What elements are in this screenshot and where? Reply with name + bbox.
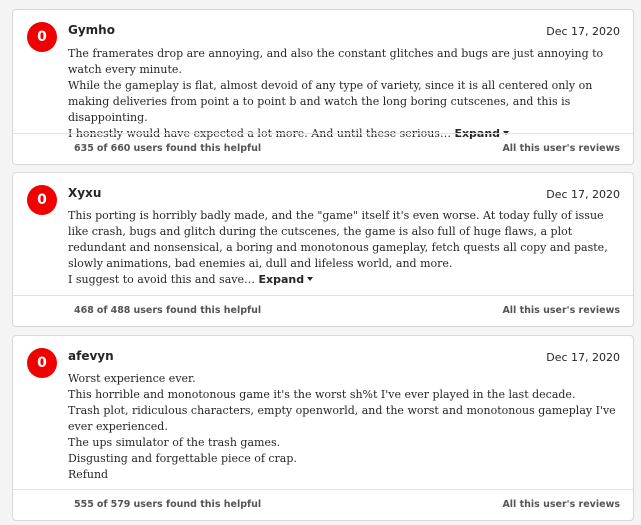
helpful-yes-count: 635 (74, 143, 94, 154)
review-date: Dec 17, 2020 (546, 188, 620, 201)
review-date: Dec 17, 2020 (546, 351, 620, 364)
caret-down-icon (307, 277, 314, 281)
helpful-count: 555 of 579 users found this helpful (74, 499, 261, 510)
score-badge: 0 (27, 22, 57, 52)
helpful-total-count: 660 (110, 143, 131, 154)
helpful-yes-count: 555 (74, 499, 94, 510)
review-text-line: I suggest to avoid this and save… Expand (68, 272, 619, 288)
helpful-total-count: 579 (110, 499, 131, 510)
helpful-count: 635 of 660 users found this helpful (74, 143, 261, 154)
review-card: 0 Xyxu Dec 17, 2020 This porting is horr… (12, 172, 634, 327)
review-body: Worst experience ever. This horrible and… (68, 371, 619, 483)
helpful-suffix: users found this helpful (133, 143, 262, 154)
review-text-line: Worst experience ever. (68, 372, 196, 385)
review-text-line: Disgusting and forgettable piece of crap… (68, 452, 297, 465)
review-text-line: Refund (68, 468, 109, 481)
helpful-suffix: users found this helpful (133, 499, 262, 510)
helpful-of-word: of (96, 143, 108, 154)
review-footer: 468 of 488 users found this helpful All … (13, 295, 633, 326)
review-text-line: Trash plot, ridiculous characters, empty… (68, 404, 616, 433)
helpful-of-word: of (96, 499, 108, 510)
helpful-suffix: users found this helpful (133, 305, 262, 316)
author-link[interactable]: Xyxu (68, 186, 101, 200)
all-user-reviews-link[interactable]: All this user's reviews (502, 143, 620, 154)
score-badge: 0 (27, 185, 57, 215)
all-user-reviews-link[interactable]: All this user's reviews (502, 305, 620, 316)
review-card: 0 afevyn Dec 17, 2020 Worst experience e… (12, 335, 634, 521)
helpful-of-word: of (96, 305, 108, 316)
all-user-reviews-link[interactable]: All this user's reviews (502, 499, 620, 510)
review-text-line: This porting is horribly badly made, and… (68, 209, 608, 270)
review-text-line: While the gameplay is flat, almost devoi… (68, 79, 593, 124)
helpful-total-count: 488 (110, 305, 131, 316)
review-body: The framerates drop are annoying, and al… (68, 46, 619, 142)
expand-button[interactable]: Expand (259, 273, 314, 286)
review-text-line: The ups simulator of the trash games. (68, 436, 281, 449)
review-text-line: The framerates drop are annoying, and al… (68, 47, 604, 76)
review-footer: 555 of 579 users found this helpful All … (13, 489, 633, 520)
review-card: 0 Gymho Dec 17, 2020 The framerates drop… (12, 9, 634, 165)
author-link[interactable]: afevyn (68, 349, 114, 363)
review-text-truncated: I suggest to avoid this and save… (68, 273, 255, 286)
author-link[interactable]: Gymho (68, 23, 115, 37)
review-body: This porting is horribly badly made, and… (68, 208, 619, 288)
review-date: Dec 17, 2020 (546, 25, 620, 38)
expand-label: Expand (258, 273, 305, 286)
review-footer: 635 of 660 users found this helpful All … (13, 133, 633, 164)
helpful-yes-count: 468 (74, 305, 94, 316)
score-badge: 0 (27, 348, 57, 378)
review-text-line: This horrible and monotonous game it's t… (68, 388, 576, 401)
helpful-count: 468 of 488 users found this helpful (74, 305, 261, 316)
